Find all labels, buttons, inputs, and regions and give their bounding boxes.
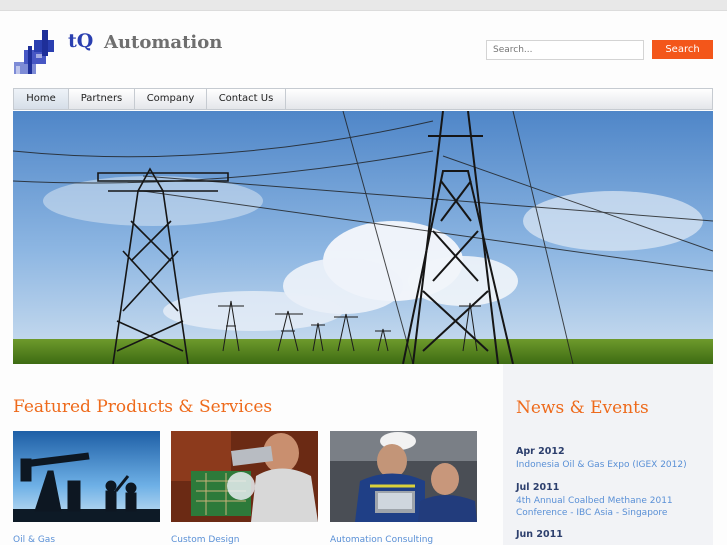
logo-text-tq: tQ — [68, 30, 94, 52]
nav-item-partners[interactable]: Partners — [69, 89, 135, 109]
news-date: Apr 2012 — [516, 446, 565, 457]
search-input[interactable] — [486, 40, 644, 60]
news-date: Jul 2011 — [516, 482, 560, 493]
page: tQ Automation Search Home Partners Compa… — [0, 0, 727, 545]
site-logo[interactable]: tQ Automation — [14, 28, 254, 78]
logo-text-automation: Automation — [104, 32, 223, 53]
news-link[interactable]: Indonesia Oil & Gas Expo (IGEX 2012) — [516, 460, 706, 472]
oil-pump-thumbnail[interactable] — [13, 431, 160, 522]
featured-label-custom-design[interactable]: Custom Design — [171, 535, 239, 545]
news-heading: News & Events — [516, 398, 649, 418]
news-link[interactable]: 4th Annual Coalbed Methane 2011 Conferen… — [516, 496, 706, 519]
nav-item-home[interactable]: Home — [14, 89, 69, 109]
featured-card-automation-consulting[interactable]: Automation Consulting — [330, 431, 477, 545]
logo-mark-icon — [14, 30, 54, 74]
circuit-engineer-thumbnail[interactable] — [171, 431, 318, 522]
featured-heading: Featured Products & Services — [13, 397, 273, 417]
featured-label-automation-consulting[interactable]: Automation Consulting — [330, 535, 433, 545]
search-button[interactable]: Search — [652, 40, 713, 59]
nav-item-contact-us[interactable]: Contact Us — [207, 89, 286, 109]
browser-top-strip — [0, 0, 727, 11]
field-engineers-thumbnail[interactable] — [330, 431, 477, 522]
main-nav: Home Partners Company Contact Us — [13, 88, 713, 110]
hero-image — [13, 111, 713, 364]
news-sidebar: News & Events Apr 2012 Indonesia Oil & G… — [503, 364, 713, 545]
news-date: Jun 2011 — [516, 529, 563, 540]
featured-label-oil-gas[interactable]: Oil & Gas — [13, 535, 55, 545]
featured-card-oil-gas[interactable]: Oil & Gas — [13, 431, 160, 545]
nav-item-company[interactable]: Company — [135, 89, 207, 109]
featured-card-custom-design[interactable]: Custom Design — [171, 431, 318, 545]
